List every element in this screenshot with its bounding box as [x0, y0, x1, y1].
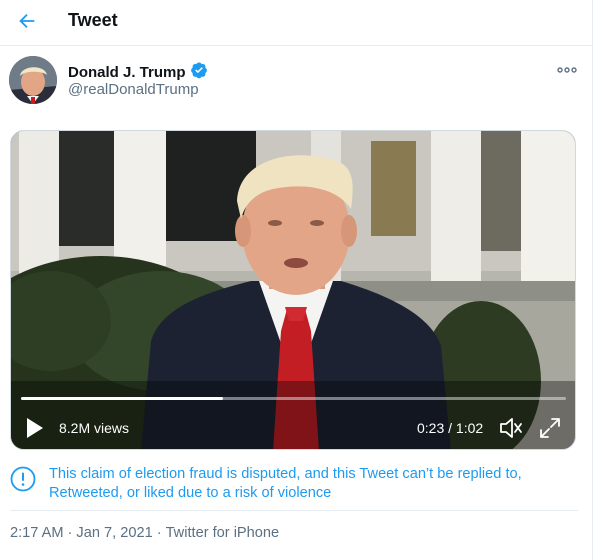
video-player[interactable]: 8.2M views 0:23 / 1:02	[10, 130, 576, 450]
info-circle-icon	[10, 466, 36, 492]
play-icon	[27, 418, 43, 438]
avatar[interactable]	[9, 56, 57, 104]
tweet-page: Tweet Donald J. Trump @realDonaldTrump 8…	[0, 0, 598, 560]
column-border	[592, 0, 593, 560]
view-count: 8.2M views	[59, 420, 130, 436]
video-progress-fill	[21, 397, 223, 400]
video-progress-bar[interactable]	[21, 397, 566, 400]
top-bar: Tweet	[0, 0, 592, 46]
divider	[10, 510, 578, 511]
volume-icon	[500, 418, 522, 438]
meta-separator-2: ·	[156, 525, 162, 541]
page-title: Tweet	[68, 10, 118, 30]
volume-button[interactable]	[498, 416, 524, 440]
video-time: 0:23 / 1:02	[417, 420, 484, 436]
more-options-button[interactable]	[555, 62, 579, 78]
tweet-time[interactable]: 2:17 AM	[10, 525, 64, 541]
tweet-source[interactable]: Twitter for iPhone	[166, 525, 280, 541]
back-button[interactable]	[12, 6, 42, 36]
fullscreen-icon	[540, 418, 560, 438]
verified-badge-icon	[190, 61, 208, 83]
author-handle[interactable]: @realDonaldTrump	[68, 81, 199, 98]
play-button[interactable]	[25, 417, 45, 439]
tweet-metadata: 2:17 AM · Jan 7, 2021 · Twitter for iPhone	[10, 525, 279, 541]
author-name[interactable]: Donald J. Trump	[68, 61, 208, 83]
more-horizontal-icon	[557, 67, 577, 73]
tweet-date[interactable]: Jan 7, 2021	[76, 525, 152, 541]
disputed-claim-notice[interactable]: This claim of election fraud is disputed…	[49, 465, 579, 503]
arrow-left-icon	[19, 13, 35, 29]
author-display-name: Donald J. Trump	[68, 63, 186, 81]
fullscreen-button[interactable]	[539, 417, 561, 439]
meta-separator: ·	[67, 525, 73, 541]
video-frame	[11, 131, 575, 449]
avatar-image	[9, 56, 57, 104]
